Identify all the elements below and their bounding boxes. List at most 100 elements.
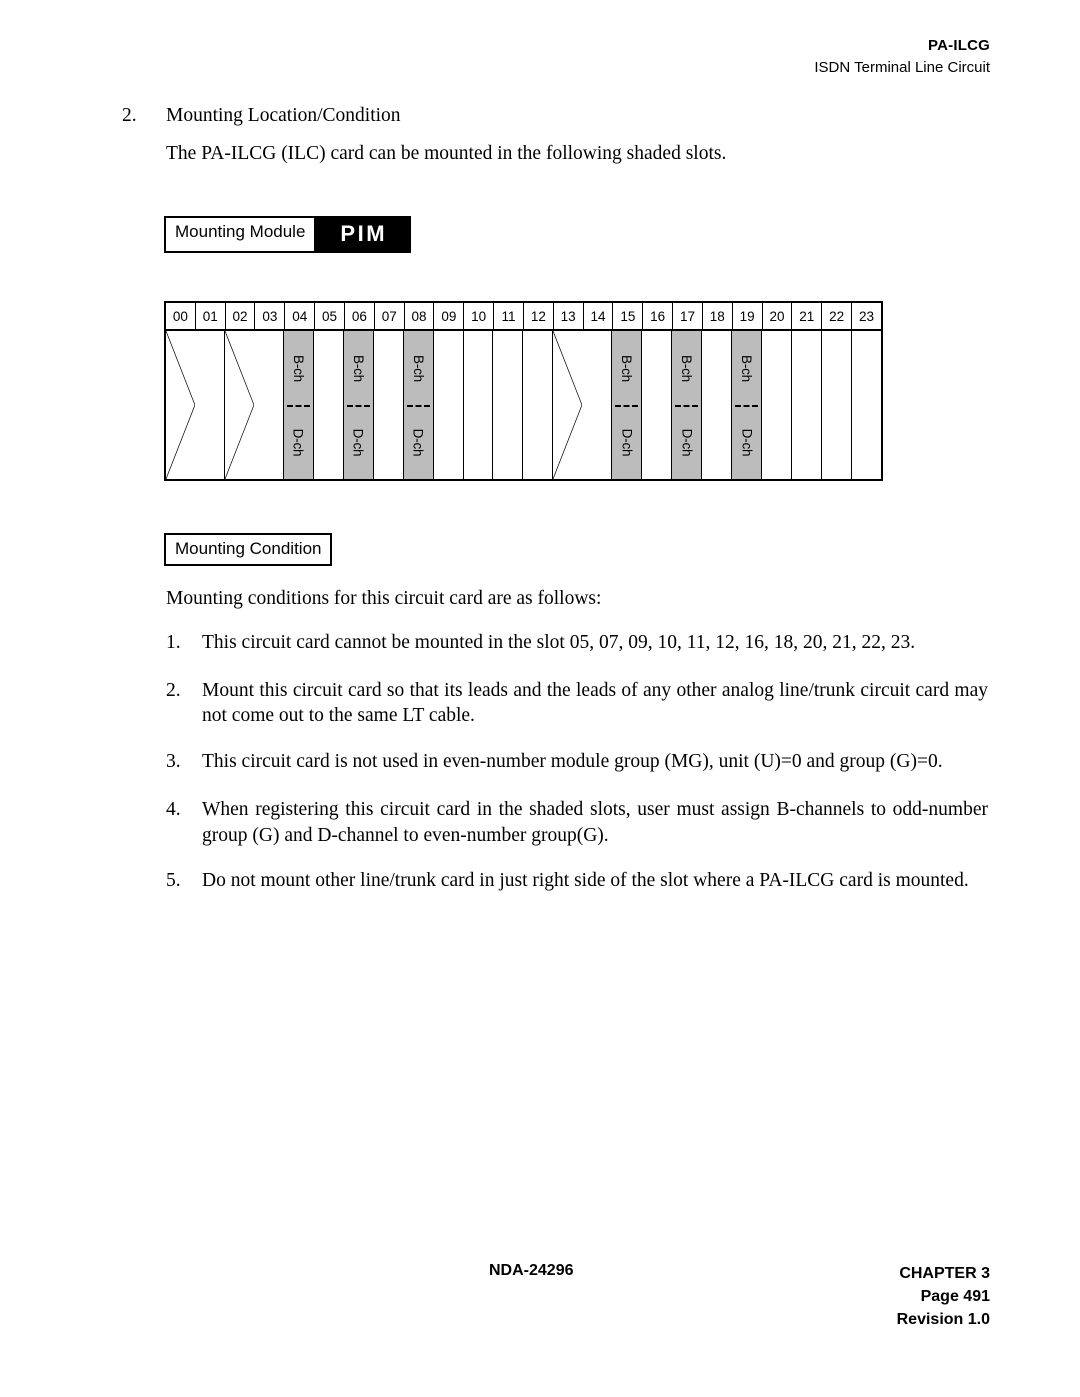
d-channel-label: D-ch [619,428,635,456]
condition-item-number: 5. [166,870,181,892]
slot-number-21: 21 [792,303,823,329]
slot-number-10: 10 [464,303,495,329]
footer-chapter: CHAPTER 3 [899,1265,990,1282]
b-channel-half: B-ch [404,331,433,405]
slot-number-18: 18 [702,303,733,329]
slot-number-17: 17 [673,303,703,329]
slot-cell-17-mountable: B-ch D-ch [672,331,703,479]
slot-number-06: 06 [344,303,375,329]
slot-cell-09-empty [433,331,464,479]
section-intro-paragraph: The PA-ILCG (ILC) card can be mounted in… [166,143,727,164]
slot-number-12: 12 [523,303,554,329]
slot-body-row: B-ch D-ch B-ch D-ch B-ch D-ch B-ch D-ch … [164,331,883,481]
mounting-condition-intro: Mounting conditions for this circuit car… [166,588,602,609]
b-channel-half: B-ch [672,331,701,405]
slot-number-08: 08 [404,303,435,329]
slot-cell-12-empty [523,331,554,479]
slot-number-15: 15 [613,303,644,329]
slot-cell-07-empty [373,331,404,479]
section-title: Mounting Location/Condition [166,105,401,126]
condition-item-number: 2. [166,679,181,701]
slot-number-09: 09 [434,303,465,329]
slot-cell-01-unusable [194,331,225,479]
footer-page: Page 491 [920,1288,990,1306]
slot-number-20: 20 [762,303,793,329]
condition-item-1: 1. This circuit card cannot be mounted i… [166,630,988,656]
channel-divider [286,405,310,407]
channel-divider [406,405,430,407]
slot-cell-23-empty [851,331,881,479]
condition-item-3: 3. This circuit card is not used in even… [166,749,988,775]
slot-number-00: 00 [166,303,196,329]
slot-number-13: 13 [553,303,584,329]
slot-number-header-row: 00 01 02 03 04 05 06 07 08 09 10 11 12 1… [164,301,883,331]
slot-cell-19-mountable: B-ch D-ch [732,331,763,479]
b-channel-label: B-ch [410,354,426,382]
channel-divider [675,405,699,407]
slot-number-14: 14 [583,303,614,329]
b-channel-label: B-ch [619,354,635,382]
slot-cell-15-mountable: B-ch D-ch [612,331,643,479]
d-channel-label: D-ch [679,428,695,456]
slot-number-04: 04 [285,303,316,329]
condition-item-5: 5. Do not mount other line/trunk card in… [166,868,988,894]
condition-item-text: Mount this circuit card so that its lead… [202,679,988,727]
b-channel-half: B-ch [612,331,641,405]
slot-cell-18-empty [702,331,733,479]
b-channel-label: B-ch [350,354,366,382]
page-header: PA-ILCG ISDN Terminal Line Circuit [814,36,990,79]
condition-item-text: When registering this circuit card in th… [202,798,988,846]
footer-right-block: CHAPTER 3 Page 491 Revision 1.0 [897,1262,990,1332]
d-channel-label: D-ch [739,428,755,456]
d-channel-half: D-ch [672,405,701,479]
channel-divider [735,405,759,407]
slot-cell-16-empty [642,331,673,479]
slot-cell-03-unusable [253,331,284,479]
header-product-code: PA-ILCG [928,37,990,54]
slot-number-01: 01 [195,303,226,329]
mounting-module-value: PIM [316,216,412,253]
b-channel-half: B-ch [732,331,761,405]
b-channel-label: B-ch [739,354,755,382]
d-channel-label: D-ch [290,428,306,456]
section-number: 2. [122,105,137,126]
slot-cell-02-unusable [224,331,254,479]
header-subtitle: ISDN Terminal Line Circuit [814,59,990,77]
mounting-condition-row: Mounting Condition [164,533,333,567]
condition-item-number: 1. [166,632,181,653]
mounting-module-label: Mounting Module [164,216,317,253]
slot-cell-22-empty [821,331,852,479]
slot-cell-13-unusable [553,331,582,479]
channel-divider [615,405,639,407]
footer-revision: Revision 1.0 [896,1311,990,1329]
d-channel-half: D-ch [612,405,641,479]
slot-number-03: 03 [255,303,286,329]
b-channel-half: B-ch [344,331,373,405]
condition-item-text: Do not mount other line/trunk card in ju… [202,870,969,892]
condition-item-text: This circuit card cannot be mounted in t… [202,632,916,653]
mounting-condition-label: Mounting Condition [164,533,333,567]
condition-item-2: 2. Mount this circuit card so that its l… [166,678,988,729]
slot-number-07: 07 [374,303,405,329]
d-channel-half: D-ch [344,405,373,479]
b-channel-label: B-ch [679,354,695,382]
slot-cell-06-mountable: B-ch D-ch [343,331,374,479]
slot-cell-10-empty [463,331,494,479]
d-channel-half: D-ch [732,405,761,479]
slot-cell-05-empty [313,331,344,479]
b-channel-label: B-ch [290,354,306,382]
channel-divider [346,405,370,407]
slot-cell-20-empty [762,331,793,479]
condition-item-number: 4. [166,798,181,820]
slot-number-05: 05 [315,303,345,329]
slot-number-22: 22 [822,303,853,329]
slot-diagram: 00 01 02 03 04 05 06 07 08 09 10 11 12 1… [164,301,883,481]
condition-item-4: 4. When registering this circuit card in… [166,797,988,848]
slot-cell-08-mountable: B-ch D-ch [403,331,434,479]
slot-cell-04-mountable: B-ch D-ch [283,331,314,479]
slot-number-19: 19 [732,303,763,329]
condition-item-number: 3. [166,751,181,773]
slot-number-23: 23 [852,303,881,329]
d-channel-label: D-ch [410,428,426,456]
slot-cell-14-unusable [582,331,613,479]
